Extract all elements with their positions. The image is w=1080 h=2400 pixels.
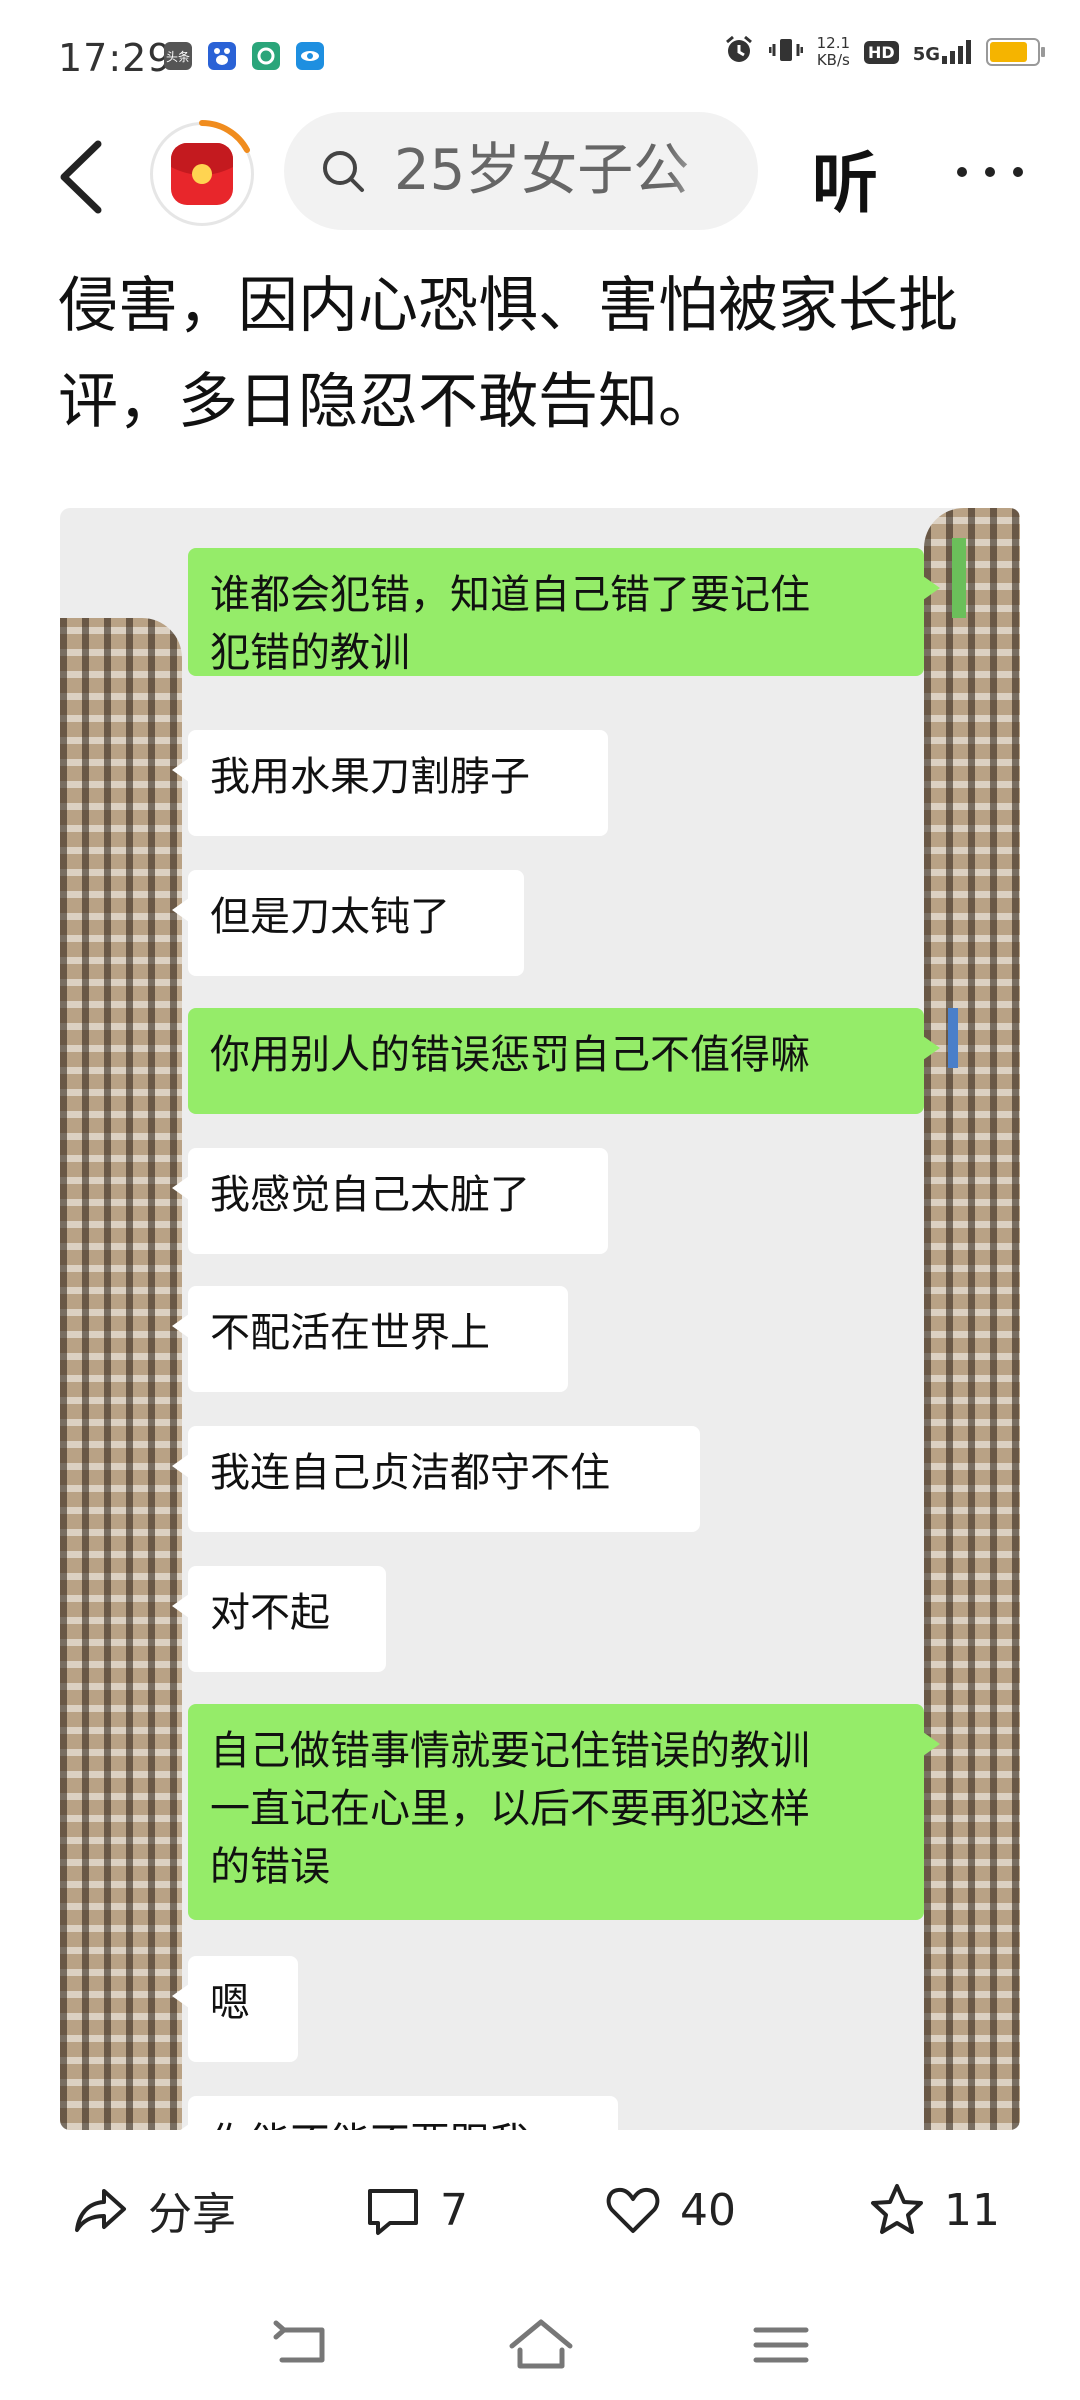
search-fade <box>668 138 728 204</box>
search-icon <box>323 151 364 192</box>
comment-count: 7 <box>440 2184 468 2236</box>
chat-bubble-received: 我用水果刀割脖子 <box>172 730 608 836</box>
back-nav-icon <box>273 2320 325 2363</box>
vibrate-icon <box>768 34 804 70</box>
article-line: 评，多日隐忍不敢告知。 <box>58 367 718 437</box>
system-nav-bar <box>0 2290 1080 2400</box>
cropped-avatar-edge <box>952 538 966 618</box>
notification-icons: 头条 <box>164 42 324 70</box>
chat-bubble-received: 对不起 <box>172 1566 386 1672</box>
like-button[interactable]: 40 <box>604 2160 736 2260</box>
share-icon <box>75 2189 126 2232</box>
qq-browser-icon <box>296 42 324 70</box>
share-label: 分享 <box>148 2189 236 2240</box>
pixelated-left-area <box>60 618 182 2130</box>
signal-label: 5G <box>912 44 940 65</box>
share-button[interactable]: 分享 <box>72 2160 236 2260</box>
avatar-ring <box>199 120 250 153</box>
top-bar: 25岁女子公 听 <box>0 112 1080 242</box>
network-speed-value: 12.1 <box>816 34 851 52</box>
battery-icon <box>986 38 1045 66</box>
menu-nav-icon <box>753 2327 809 2363</box>
chat-bubble-received: 不配活在世界上 <box>172 1286 568 1392</box>
favorite-button[interactable]: 11 <box>868 2160 1000 2260</box>
nav-menu-button[interactable] <box>746 2310 816 2380</box>
mobile-icon <box>252 42 280 70</box>
back-button[interactable] <box>48 132 118 222</box>
status-right: 12.1 KB/s HD 5G <box>723 34 1045 70</box>
alarm-icon <box>723 34 755 70</box>
chat-bubble-received: 我连自己贞洁都守不住 <box>172 1426 700 1532</box>
search-bar[interactable]: 25岁女子公 <box>284 112 758 230</box>
chat-bubble-received: 我感觉自己太脏了 <box>172 1148 608 1254</box>
cropped-avatar-edge <box>948 1008 958 1068</box>
home-nav-icon <box>509 2319 573 2369</box>
comment-icon <box>368 2189 418 2235</box>
network-speed: 12.1 KB/s <box>817 35 850 69</box>
pixelated-right-area <box>924 508 1020 2130</box>
nav-back-button[interactable] <box>266 2310 336 2380</box>
article-body: 侵害，因内心恐惧、害怕被家长批 评，多日隐忍不敢告知。 <box>58 258 1048 450</box>
hd-badge: HD <box>864 40 899 64</box>
chat-bubble-received: 但是刀太钝了 <box>172 870 524 976</box>
toutiao-icon: 头条 <box>164 42 192 70</box>
chat-screenshot-image[interactable]: 谁都会犯错，知道自己错了要记住 犯错的教训 我用水果刀割脖子 但是刀太钝了 你用… <box>60 508 1020 2130</box>
baidu-icon <box>208 42 236 70</box>
action-bar: 分享 7 40 11 <box>0 2160 1080 2260</box>
status-bar: 17:29 头条 12.1 KB/s HD 5G <box>0 0 1080 110</box>
battery-level <box>990 42 1027 62</box>
more-dots-icon <box>957 167 1023 177</box>
chat-bubble-received: 你能不能不要跟我 <box>172 2096 618 2130</box>
more-button[interactable] <box>950 152 1030 192</box>
star-icon <box>871 2184 923 2234</box>
comment-button[interactable]: 7 <box>364 2160 468 2260</box>
chat-bubble-sent: 谁都会犯错，知道自己错了要记住 犯错的教训 <box>188 548 940 676</box>
favorite-count: 11 <box>944 2184 1000 2236</box>
listen-button[interactable]: 听 <box>812 130 878 226</box>
chat-bubble-sent: 你用别人的错误惩罚自己不值得嘛 <box>188 1008 940 1114</box>
status-time: 17:29 <box>58 36 173 80</box>
nav-home-button[interactable] <box>506 2310 576 2380</box>
article-line: 侵害，因内心恐惧、害怕被家长批 <box>58 271 958 341</box>
network-speed-unit: KB/s <box>816 51 850 69</box>
like-count: 40 <box>680 2184 736 2236</box>
signal-icon: 5G <box>913 40 972 64</box>
chat-bubble-received: 嗯 <box>172 1956 298 2062</box>
toutiao-icon-label: 头条 <box>165 49 190 64</box>
chevron-left-icon <box>60 140 102 214</box>
chat-bubble-sent: 自己做错事情就要记住错误的教训 一直记在心里，以后不要再犯这样 的错误 <box>188 1704 940 1920</box>
heart-icon <box>606 2187 660 2233</box>
